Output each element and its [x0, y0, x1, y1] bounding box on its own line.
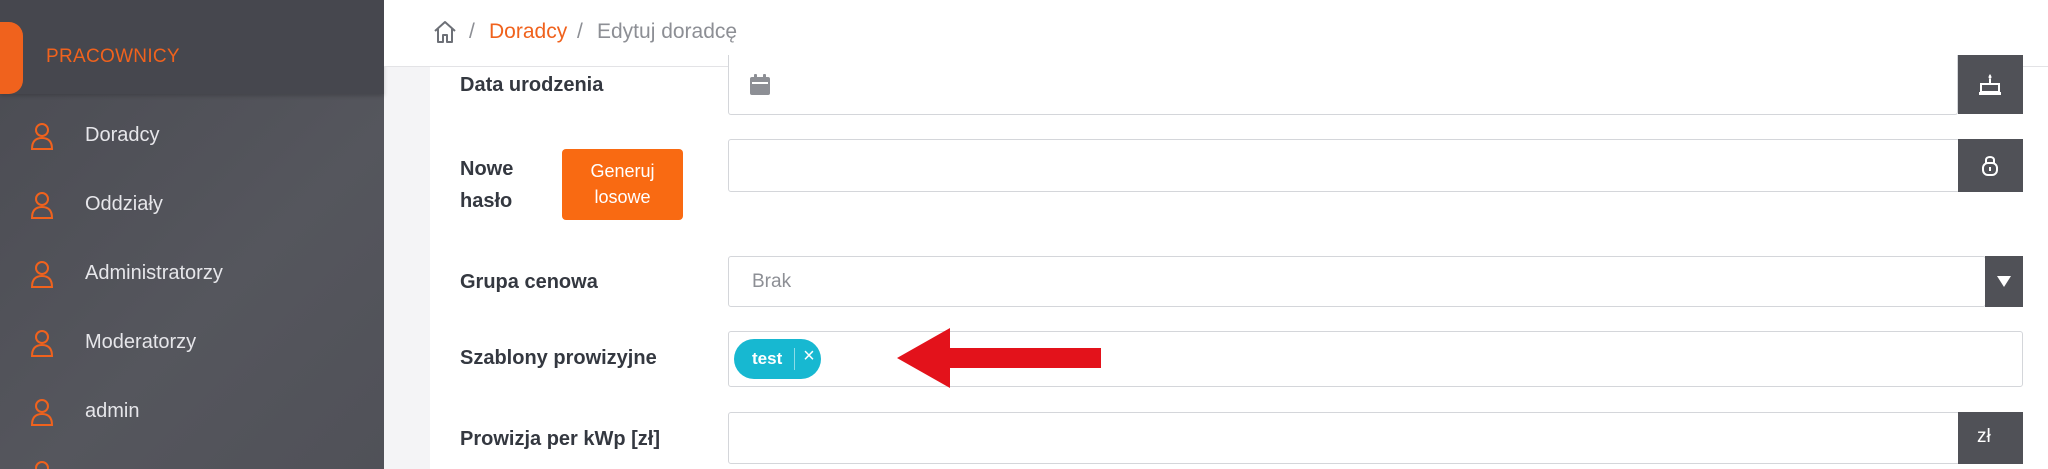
- breadcrumb-separator: /: [469, 20, 475, 43]
- new-password-input[interactable]: [728, 139, 1960, 192]
- tag-divider: [794, 348, 795, 370]
- user-icon: [30, 192, 54, 219]
- user-icon: [30, 399, 54, 426]
- sidebar-item-label: Moderatorzy: [85, 331, 197, 353]
- price-group-selected-value: Brak: [752, 271, 792, 292]
- caret-down-icon: [1997, 276, 2011, 287]
- commission-per-kwp-label: Prowizja per kWp [zł]: [460, 428, 661, 450]
- price-group-dropdown-toggle[interactable]: [1985, 256, 2023, 307]
- lock-icon: [1982, 156, 1998, 176]
- arrow-left-icon: [897, 328, 1101, 388]
- user-icon: [30, 261, 54, 288]
- sidebar-item-moderatorzy[interactable]: Moderatorzy: [0, 315, 384, 371]
- tag-chip: test ×: [734, 339, 821, 379]
- commission-templates-label: Szablony prowizyjne: [460, 347, 657, 369]
- user-icon: [30, 330, 54, 357]
- sidebar-section-label: PRACOWNICY: [46, 46, 180, 67]
- sidebar-item-label: Doradcy: [85, 124, 160, 146]
- breadcrumb-current: Edytuj doradcę: [597, 20, 738, 43]
- commission-per-kwp-input[interactable]: [728, 412, 1960, 464]
- new-password-label-line2: hasło: [460, 190, 513, 212]
- birth-date-label: Data urodzenia: [460, 74, 604, 96]
- sidebar-item-doradcy[interactable]: Doradcy: [0, 108, 384, 164]
- birth-date-addon[interactable]: [1958, 55, 2023, 114]
- sidebar-item-administratorzy[interactable]: Administratorzy: [0, 246, 384, 302]
- close-icon[interactable]: ×: [798, 345, 820, 371]
- sidebar-section-header[interactable]: PRACOWNICY: [0, 0, 384, 94]
- home-icon[interactable]: [432, 19, 458, 45]
- sidebar: PRACOWNICY Doradcy Oddziały Administrato…: [0, 0, 384, 469]
- price-group-label: Grupa cenowa: [460, 271, 598, 293]
- birth-date-input[interactable]: [728, 55, 1958, 115]
- sidebar-item-admin[interactable]: admin: [0, 384, 384, 440]
- generate-button-line2: losowe: [594, 187, 651, 207]
- currency-addon-text: zł: [1977, 426, 1991, 447]
- breadcrumb-separator: /: [577, 20, 583, 43]
- sidebar-item-label: admin: [85, 400, 140, 422]
- price-group-select[interactable]: Brak: [728, 256, 1986, 307]
- new-password-label-line1: Nowe: [460, 158, 514, 180]
- generate-button-line1: Generuj: [590, 161, 655, 181]
- user-icon: [35, 461, 49, 469]
- breadcrumb-link-doradcy[interactable]: Doradcy: [489, 20, 567, 44]
- password-addon[interactable]: [1958, 139, 2023, 192]
- user-icon: [30, 123, 54, 150]
- tag-label: test: [752, 349, 783, 368]
- generate-random-password-button[interactable]: Generuj losowe: [562, 149, 683, 220]
- sidebar-item-oddzialy[interactable]: Oddziały: [0, 177, 384, 233]
- calendar-icon: [750, 74, 770, 95]
- cake-icon: [1979, 74, 2001, 95]
- sidebar-item-label: Administratorzy: [85, 262, 223, 284]
- section-active-indicator: [0, 22, 23, 94]
- sidebar-item-label: Oddziały: [85, 193, 163, 215]
- currency-addon: zł: [1958, 412, 2023, 464]
